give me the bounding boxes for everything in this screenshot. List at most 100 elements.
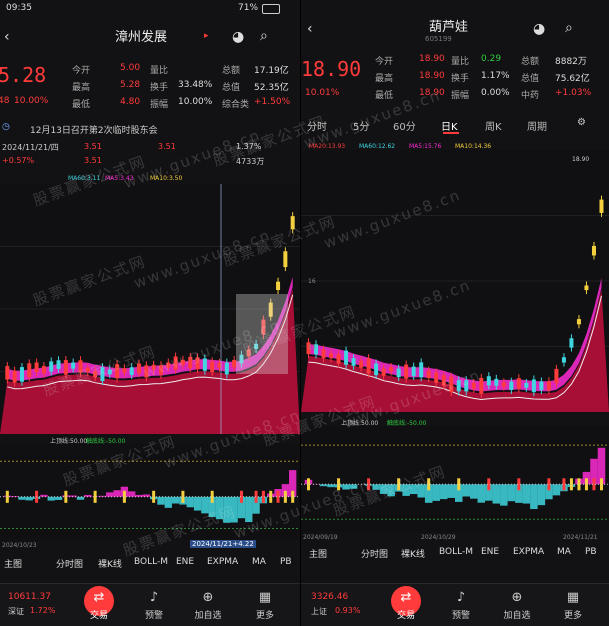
info-c1: 3.51 [84, 156, 102, 165]
toolbar-item-3[interactable]: BOLL-M [134, 557, 168, 567]
tab-5[interactable]: 周期 [527, 118, 547, 133]
change-amount: 48 [0, 96, 10, 106]
quote-label3-0: 总额 [222, 66, 241, 76]
quote-label-2: 最低 [375, 91, 394, 101]
nav-add-favorite[interactable]: 加自选 [497, 608, 537, 621]
nav-alert[interactable]: 预警 [441, 608, 481, 621]
indicator-bar [387, 484, 395, 497]
indicator-toolbar: 主图 分时图 裸K线 BOLL-M ENE EXPMA MA PB [0, 557, 300, 571]
nav-trade[interactable]: 交易 [386, 608, 426, 621]
tab-0[interactable]: 分时 [307, 118, 327, 133]
candle-body [404, 364, 409, 379]
candle-body [584, 285, 589, 291]
indicator-bar [439, 484, 448, 500]
add-favorite-icon[interactable]: ⊕ [497, 590, 537, 605]
toolbar-item-6[interactable]: MA [557, 547, 571, 557]
left-stock-screen: 09:35 71% ‹ 漳州发展 ▸ ◕ ⌕ 5.28 48 10.00% 今开… [0, 0, 300, 626]
quote-label3-1: 总值 [521, 74, 540, 84]
back-icon[interactable]: ‹ [307, 22, 313, 36]
candle-body [71, 362, 76, 369]
candle-body [85, 367, 90, 372]
battery-icon [262, 4, 280, 14]
quote-label-1: 最高 [72, 83, 91, 93]
search-icon[interactable]: ⌕ [260, 29, 268, 43]
more-icon[interactable]: ▦ [245, 590, 285, 605]
tab-4[interactable]: 周K [485, 118, 502, 133]
toolbar-item-4[interactable]: ENE [481, 547, 499, 557]
toolbar-item-2[interactable]: 裸K线 [98, 557, 122, 570]
quote-label-0: 今开 [72, 66, 91, 76]
nav-more[interactable]: 更多 [553, 608, 593, 621]
toolbar-item-1[interactable]: 分时图 [56, 557, 83, 570]
axis-label-2: 13 [308, 344, 316, 351]
app-logo-icon[interactable]: ◕ [232, 30, 244, 44]
candle-body [501, 382, 506, 387]
nav-add-favorite[interactable]: 加自选 [188, 608, 228, 621]
candle-body [539, 381, 544, 391]
nav-trade[interactable]: 交易 [79, 608, 119, 621]
settings-icon[interactable]: ⚙ [577, 117, 586, 128]
nav-more[interactable]: 更多 [245, 608, 285, 621]
next-stock-icon[interactable]: ▸ [204, 31, 209, 41]
ma5-label: MA5:3.43 [105, 175, 134, 182]
toolbar-item-3[interactable]: BOLL-M [439, 547, 473, 557]
quote-label2-2: 振幅 [451, 91, 470, 101]
candle-body [144, 365, 149, 378]
app-logo-icon[interactable]: ◕ [533, 22, 545, 36]
candle-body [151, 364, 156, 370]
candle-body [41, 366, 46, 374]
candle-body [591, 245, 596, 256]
index-value[interactable]: 10611.37 [8, 592, 51, 602]
candle-body [195, 357, 200, 370]
indicator-bar [319, 484, 328, 487]
more-icon[interactable]: ▦ [553, 590, 593, 605]
toolbar-item-6[interactable]: MA [252, 557, 266, 567]
trade-icon[interactable]: ⇄ [386, 590, 426, 605]
x-date-mid: 2024/10/29 [421, 534, 456, 541]
tab-2[interactable]: 60分 [393, 118, 416, 133]
quote-label-1: 最高 [375, 74, 394, 84]
indicator-bar [186, 496, 194, 508]
toolbar-item-7[interactable]: PB [280, 557, 292, 567]
chart-date: 2024/11/21/四 [2, 143, 59, 152]
toolbar-item-0[interactable]: 主图 [4, 557, 22, 570]
indicator-chart[interactable] [0, 444, 300, 540]
search-icon[interactable]: ⌕ [565, 21, 573, 35]
tab-3[interactable]: 日K [441, 118, 458, 133]
quote-label-2: 最低 [72, 100, 91, 110]
trade-icon[interactable]: ⇄ [79, 590, 119, 605]
toolbar-item-7[interactable]: PB [585, 547, 597, 557]
stock-title: 葫芦娃 [429, 20, 469, 35]
kline-chart[interactable] [0, 184, 300, 434]
candle-body [509, 381, 514, 390]
tab-1[interactable]: 5分 [353, 118, 369, 133]
quote-label3-2: 综合类 [222, 100, 250, 110]
indicator-chart[interactable] [301, 426, 609, 532]
alert-icon[interactable]: ♪ [441, 590, 481, 605]
notice-text[interactable]: 12月13日召开第2次临时股东会 [30, 123, 158, 136]
toolbar-item-4[interactable]: ENE [176, 557, 194, 567]
ma60-label: MA60:12.62 [359, 143, 396, 150]
add-favorite-icon[interactable]: ⊕ [188, 590, 228, 605]
nav-alert[interactable]: 预警 [134, 608, 174, 621]
axis-label-1: 16 [308, 278, 316, 285]
toolbar-item-1[interactable]: 分时图 [361, 547, 388, 560]
kline-chart[interactable] [301, 150, 609, 412]
back-icon[interactable]: ‹ [4, 30, 10, 44]
candle-body [494, 378, 499, 386]
indicator-bar [76, 496, 85, 500]
candle-body [351, 358, 356, 366]
indicator-bar [349, 484, 358, 489]
index-value[interactable]: 3326.46 [311, 592, 348, 602]
alert-icon[interactable]: ♪ [134, 590, 174, 605]
change-percent: 10.01% [305, 88, 340, 98]
indicator-bar [201, 496, 209, 514]
toolbar-item-5[interactable]: EXPMA [207, 557, 238, 567]
candle-body [524, 382, 529, 388]
toolbar-item-2[interactable]: 裸K线 [401, 547, 425, 560]
quote-value2-0: 0.29 [481, 54, 502, 64]
indicator-toolbar: 主图 分时图 裸K线 BOLL-M ENE EXPMA MA PB [301, 547, 609, 561]
toolbar-item-5[interactable]: EXPMA [513, 547, 544, 557]
toolbar-item-0[interactable]: 主图 [309, 547, 327, 560]
info-a1: +0.57% [2, 156, 35, 165]
